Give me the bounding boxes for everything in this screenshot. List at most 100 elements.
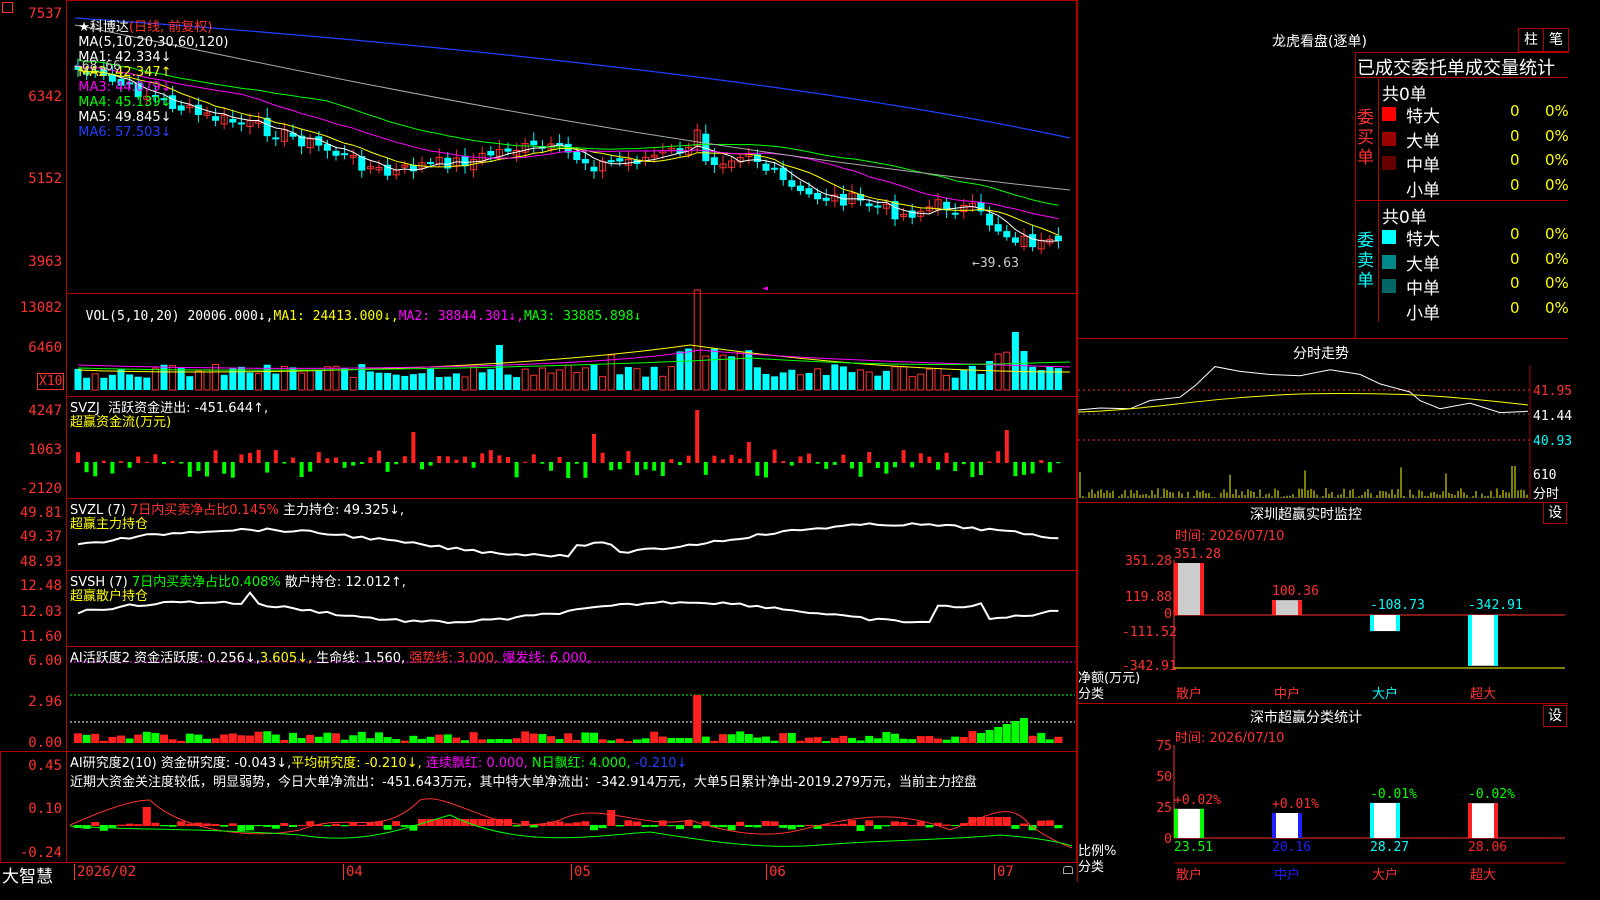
ai-bar (495, 738, 504, 743)
candle-down (822, 197, 830, 201)
research-bar (246, 825, 254, 831)
intraday-title: 分时走势 (1293, 346, 1349, 362)
ai-bar (572, 739, 581, 743)
buy-swatch (1382, 156, 1396, 170)
ai-bar (521, 731, 530, 743)
volume-bar-down (951, 377, 959, 390)
volume-bar-up (203, 369, 211, 391)
volume-bar-up (556, 369, 564, 391)
ai-bar (263, 731, 272, 743)
ai-bar (959, 737, 968, 743)
sell-pct: 0% (1545, 225, 1569, 243)
ai-bar (452, 737, 461, 743)
candle-down (951, 212, 959, 215)
svzj-bar (248, 452, 252, 463)
research-bar (383, 825, 392, 830)
research-bar (873, 825, 882, 830)
class-panel-border (1077, 703, 1568, 704)
sell-count: 0 (1510, 249, 1520, 268)
ai-bar (297, 737, 306, 743)
research-bar (529, 825, 538, 828)
ai-bar (701, 736, 710, 743)
sell-count: 0 (1510, 225, 1520, 243)
sell-name: 大单 (1406, 254, 1440, 275)
ai-bar (289, 732, 297, 743)
svzj-axis-3: -2120 (19, 481, 62, 497)
candle-down (805, 188, 813, 195)
date-tick-3: 05 (571, 864, 591, 880)
research-bar (400, 825, 409, 827)
ai-bar (1028, 735, 1037, 743)
candle-down (581, 159, 589, 164)
volume-bar-down (435, 377, 443, 390)
buy-count: 0 (1510, 126, 1520, 145)
svzj-bar (420, 462, 424, 470)
svzj-bar (678, 462, 682, 466)
volume-bar-up (908, 376, 916, 391)
volume-bar-up (633, 368, 641, 391)
class-bar-edge (1396, 802, 1400, 838)
class-ylabel-2: 分类 (1078, 860, 1105, 875)
volume-bar-up (719, 354, 727, 391)
svzj-bar (695, 410, 700, 463)
stroke-view-button[interactable]: 笔 (1543, 28, 1569, 52)
ai-bar (400, 740, 409, 743)
ai-bar (650, 731, 659, 743)
svzj-bar (531, 454, 536, 463)
monitor-bar-edge (1200, 563, 1204, 615)
ai-bar (822, 740, 831, 743)
ai-bar (547, 736, 555, 743)
sell-count: 0 (1510, 274, 1520, 292)
candle-down (616, 158, 624, 162)
monitor-bar-edge (1174, 563, 1178, 615)
research-green-line (69, 814, 1073, 847)
svzj-bar (368, 457, 373, 463)
ai-bar (1002, 724, 1011, 743)
research-bar (357, 824, 366, 826)
volume-bar-down (427, 368, 435, 390)
monitor-bar-edge (1396, 615, 1400, 632)
research-bar (1037, 820, 1046, 826)
lock-icon[interactable] (1063, 866, 1073, 874)
class-settings-button[interactable]: 设 (1543, 705, 1567, 727)
volume-bar-down (788, 369, 796, 390)
svzj-bar (222, 462, 227, 474)
ai-bar (271, 734, 280, 743)
svzl-line (77, 522, 1059, 558)
research-bar (848, 820, 856, 826)
ai-bar (254, 731, 263, 743)
volume-bar-down (487, 369, 495, 390)
volume-bar-down (315, 370, 323, 390)
class-bar (1272, 813, 1302, 838)
volume-bar-down (986, 361, 994, 390)
class-bar-edge (1298, 813, 1302, 838)
price-axis-2: 6342 (28, 89, 62, 105)
svzj-bar (798, 456, 803, 463)
svzj-bar (970, 462, 975, 478)
svzj-bar (884, 462, 889, 474)
ai-bar (461, 740, 469, 743)
svzj-bar (523, 461, 528, 463)
research-bar (512, 825, 521, 827)
ai-bar (564, 733, 573, 743)
research-bar (719, 825, 727, 828)
ai-bar (383, 737, 392, 743)
monitor-bar-edge (1272, 600, 1276, 615)
ma3-value: MA3: 44.079↓ (78, 80, 172, 95)
volume-bar-down (848, 372, 856, 390)
volume-bar-down (805, 373, 813, 390)
volume-bar-down (676, 351, 684, 390)
research-bar (521, 820, 530, 826)
svzj-bar (987, 461, 992, 463)
ai-research-summary: 近期大资金关注度较低，明显弱势，今日大单净流出：-451.643万元，其中特大单… (70, 775, 977, 790)
monitor-settings-button[interactable]: 设 (1543, 502, 1567, 524)
volume-bar-down (822, 374, 830, 390)
svzj-bar (652, 462, 657, 471)
monitor-bar-edge (1298, 600, 1302, 615)
candle-down (573, 151, 581, 161)
ai-bar (779, 733, 788, 743)
bar-view-button[interactable]: 柱 (1518, 28, 1544, 52)
research-bar (151, 822, 160, 826)
candle-down (272, 137, 280, 140)
svzj-bar (875, 462, 880, 468)
